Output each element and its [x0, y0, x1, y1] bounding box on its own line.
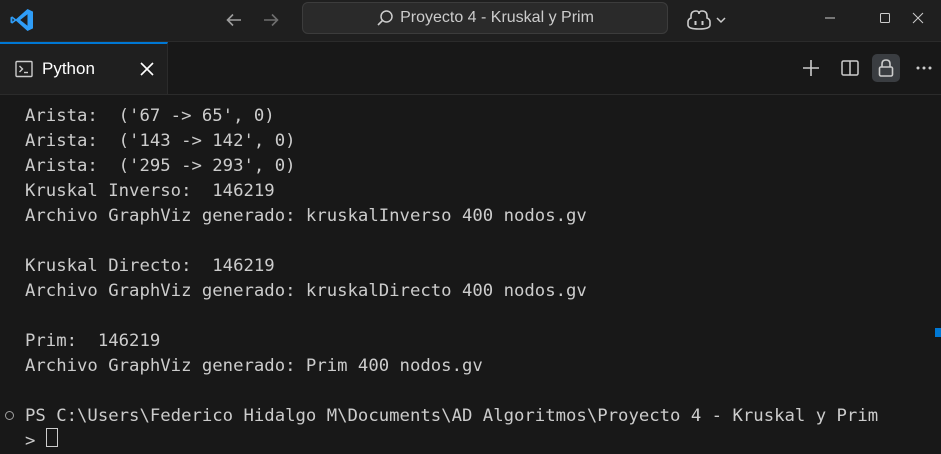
search-icon — [376, 9, 394, 27]
copilot-icon — [687, 10, 711, 30]
title-bar: Proyecto 4 - Kruskal y Prim — [0, 0, 941, 42]
terminal-tab-python[interactable]: Python — [0, 42, 168, 94]
maximize-icon — [880, 13, 890, 23]
terminal-output[interactable]: Arista: ('67 -> 65', 0) Arista: ('143 ->… — [0, 95, 941, 451]
tab-label: Python — [42, 59, 95, 78]
terminal-line: Prim: 146219 — [25, 331, 161, 351]
command-center-search[interactable]: Proyecto 4 - Kruskal y Prim — [302, 2, 668, 34]
plus-icon — [803, 60, 819, 76]
split-terminal-button[interactable] — [836, 54, 864, 82]
terminal-line: Arista: ('67 -> 65', 0) — [25, 106, 275, 126]
vscode-logo-icon — [10, 9, 33, 31]
close-window-icon — [912, 12, 924, 24]
minimize-button[interactable] — [807, 0, 853, 36]
close-window-button[interactable] — [895, 0, 941, 36]
split-icon — [841, 60, 859, 76]
copilot-button[interactable] — [686, 7, 730, 33]
terminal-icon — [15, 60, 33, 78]
search-text: Proyecto 4 - Kruskal y Prim — [400, 9, 594, 26]
scrollbar-marker[interactable] — [935, 328, 941, 337]
close-tab-icon[interactable] — [138, 60, 156, 78]
chevron-down-icon — [716, 17, 726, 24]
minimize-icon — [825, 17, 835, 19]
terminal-line: Archivo GraphViz generado: Prim 400 nodo… — [25, 356, 483, 376]
command-decoration-icon[interactable] — [5, 411, 14, 420]
back-button[interactable] — [222, 8, 246, 32]
terminal-line: Archivo GraphViz generado: kruskalDirect… — [25, 281, 587, 301]
back-arrow-icon — [226, 13, 241, 27]
prompt-continuation: > — [25, 431, 36, 451]
terminal-line: Kruskal Inverso: 146219 — [25, 181, 275, 201]
terminal-line: Archivo GraphViz generado: kruskalInvers… — [25, 206, 587, 226]
terminal-cursor — [46, 428, 58, 447]
terminal-line: Arista: ('295 -> 293', 0) — [25, 156, 296, 176]
more-actions-button[interactable] — [910, 54, 938, 82]
more-icon — [916, 66, 932, 70]
new-terminal-button[interactable] — [797, 54, 825, 82]
lock-scroll-button[interactable] — [872, 54, 900, 82]
terminal-line: Kruskal Directo: 146219 — [25, 256, 275, 276]
terminal-prompt: PS C:\Users\Federico Hidalgo M\Documents… — [25, 406, 879, 426]
lock-icon — [878, 59, 894, 77]
forward-arrow-icon — [264, 13, 279, 27]
terminal-tab-bar: Python — [0, 42, 941, 95]
forward-button[interactable] — [259, 8, 283, 32]
terminal-line: Arista: ('143 -> 142', 0) — [25, 131, 296, 151]
